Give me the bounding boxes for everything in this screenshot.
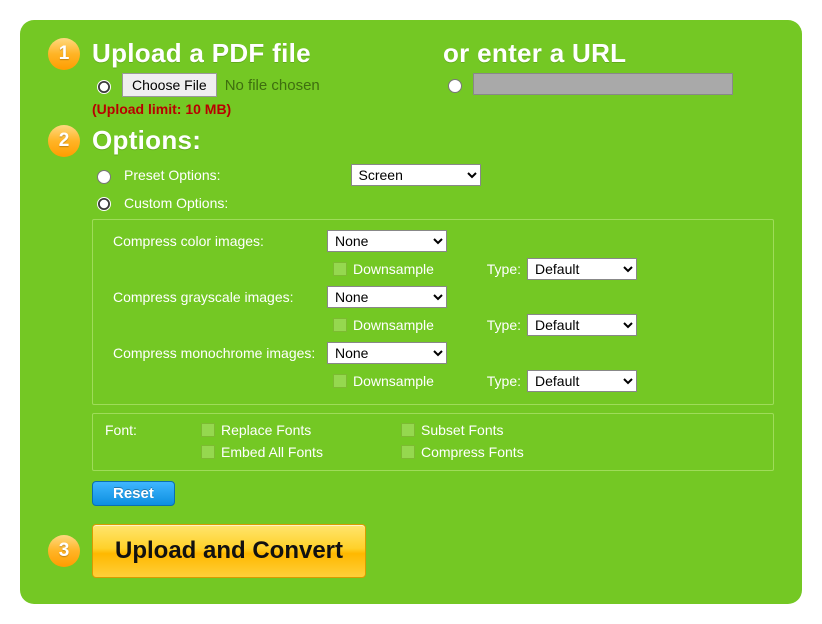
gray-downsample-check[interactable] bbox=[333, 318, 347, 332]
url-heading: or enter a URL bbox=[443, 38, 774, 69]
replace-fonts-check[interactable] bbox=[201, 423, 215, 437]
subset-fonts-label: Subset Fonts bbox=[421, 422, 504, 438]
custom-label: Custom Options: bbox=[124, 195, 228, 211]
subset-fonts-check[interactable] bbox=[401, 423, 415, 437]
gray-type-label: Type: bbox=[477, 317, 521, 333]
choose-file-button[interactable]: Choose File bbox=[122, 73, 217, 97]
preset-select[interactable]: Screen bbox=[351, 164, 481, 186]
gray-type-select[interactable]: Default bbox=[527, 314, 637, 336]
color-downsample-check[interactable] bbox=[333, 262, 347, 276]
step-2-badge: 2 bbox=[48, 125, 80, 157]
color-type-label: Type: bbox=[477, 261, 521, 277]
compress-fonts-check[interactable] bbox=[401, 445, 415, 459]
source-url-radio[interactable] bbox=[448, 79, 462, 93]
upload-convert-button[interactable]: Upload and Convert bbox=[92, 524, 366, 578]
mono-compress-select[interactable]: None bbox=[327, 342, 447, 364]
mono-type-select[interactable]: Default bbox=[527, 370, 637, 392]
color-downsample-label: Downsample bbox=[353, 261, 434, 277]
compress-fonts-label: Compress Fonts bbox=[421, 444, 524, 460]
mono-type-label: Type: bbox=[477, 373, 521, 389]
color-compress-select[interactable]: None bbox=[327, 230, 447, 252]
no-file-label: No file chosen bbox=[225, 77, 320, 94]
color-type-select[interactable]: Default bbox=[527, 258, 637, 280]
upload-limit-label: (Upload limit: 10 MB) bbox=[92, 101, 423, 117]
color-label: Compress color images: bbox=[107, 233, 327, 249]
step-3-badge: 3 bbox=[48, 535, 80, 567]
options-heading: Options: bbox=[92, 125, 774, 156]
custom-options-box: Compress color images: None Downsample T… bbox=[92, 219, 774, 405]
upload-convert-panel: 1 Upload a PDF file Choose File No file … bbox=[20, 20, 802, 604]
gray-label: Compress grayscale images: bbox=[107, 289, 327, 305]
gray-compress-select[interactable]: None bbox=[327, 286, 447, 308]
url-input[interactable] bbox=[473, 73, 733, 95]
gray-downsample-label: Downsample bbox=[353, 317, 434, 333]
font-options-box: Font: Replace Fonts Subset Fonts Embed A… bbox=[92, 413, 774, 471]
custom-radio[interactable] bbox=[97, 197, 111, 211]
mono-downsample-check[interactable] bbox=[333, 374, 347, 388]
embed-fonts-label: Embed All Fonts bbox=[221, 444, 323, 460]
source-file-radio[interactable] bbox=[97, 80, 111, 94]
embed-fonts-check[interactable] bbox=[201, 445, 215, 459]
preset-radio[interactable] bbox=[97, 170, 111, 184]
step-1-badge: 1 bbox=[48, 38, 80, 70]
preset-label: Preset Options: bbox=[124, 167, 221, 183]
upload-heading: Upload a PDF file bbox=[92, 38, 423, 69]
mono-label: Compress monochrome images: bbox=[107, 345, 327, 361]
reset-button[interactable]: Reset bbox=[92, 481, 175, 506]
replace-fonts-label: Replace Fonts bbox=[221, 422, 311, 438]
mono-downsample-label: Downsample bbox=[353, 373, 434, 389]
font-heading: Font: bbox=[105, 422, 195, 438]
